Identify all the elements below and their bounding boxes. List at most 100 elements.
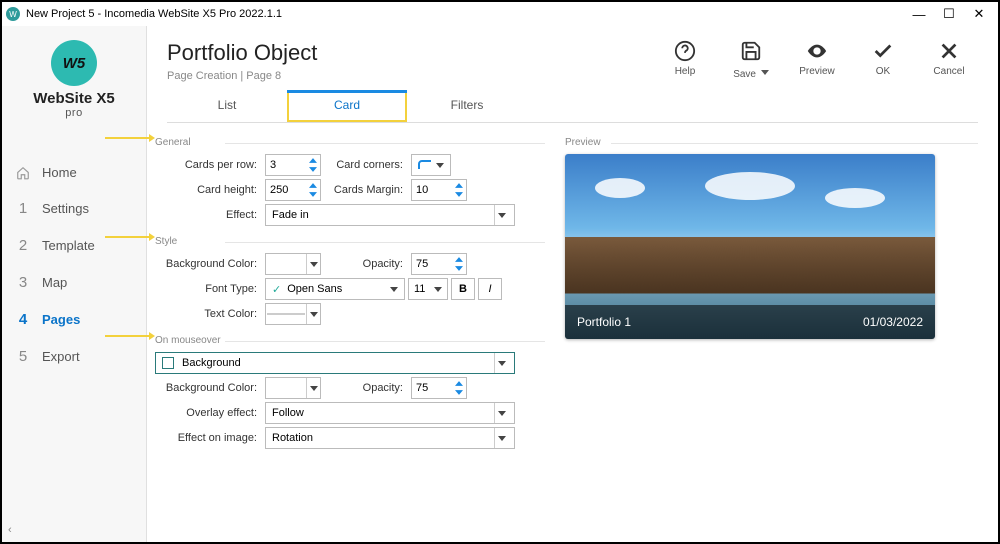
- nav-export[interactable]: 5 Export: [2, 338, 146, 375]
- effect-label: Effect:: [155, 209, 265, 221]
- nav-settings[interactable]: 1 Settings: [2, 190, 146, 227]
- tab-list[interactable]: List: [167, 90, 287, 122]
- highlight-arrow: [105, 236, 149, 238]
- app-icon: W: [6, 7, 20, 21]
- brand-name: WebSite X5: [33, 90, 114, 107]
- mo-bg-color-picker[interactable]: [265, 377, 321, 399]
- tab-filters[interactable]: Filters: [407, 90, 527, 122]
- save-button[interactable]: Save: [728, 40, 774, 80]
- nav-template[interactable]: 2 Template: [2, 227, 146, 264]
- ok-label: OK: [876, 66, 890, 77]
- help-label: Help: [675, 66, 696, 77]
- card-date: 01/03/2022: [863, 315, 923, 329]
- font-family-dropdown[interactable]: ✓Open Sans: [265, 278, 405, 300]
- nav-label: Template: [42, 238, 95, 253]
- opacity-input[interactable]: 75: [411, 253, 467, 275]
- brand-edition: pro: [65, 107, 82, 119]
- check-icon: [872, 40, 894, 62]
- nav-label: Map: [42, 275, 67, 290]
- preview-label: Preview: [565, 137, 978, 148]
- chevron-down-icon: [498, 411, 506, 416]
- card-corners-label: Card corners:: [331, 159, 411, 171]
- save-icon: [740, 40, 762, 62]
- bold-button[interactable]: B: [451, 278, 475, 300]
- window-title: New Project 5 - Incomedia WebSite X5 Pro…: [26, 8, 282, 20]
- mo-opacity-label: Opacity:: [331, 382, 411, 394]
- highlight-arrow: [105, 137, 149, 139]
- breadcrumb: Page Creation | Page 8: [167, 70, 662, 82]
- brand-block: W5 WebSite X5 pro: [2, 26, 146, 125]
- cards-margin-label: Cards Margin:: [331, 184, 411, 196]
- help-button[interactable]: Help: [662, 40, 708, 77]
- tabs: List Card Filters: [167, 90, 978, 123]
- mouseover-target-dropdown[interactable]: Background: [155, 352, 515, 374]
- minimize-button[interactable]: —: [904, 7, 934, 22]
- chevron-down-icon: [498, 213, 506, 218]
- x-icon: [938, 40, 960, 62]
- italic-button[interactable]: I: [478, 278, 502, 300]
- highlight-arrow: [105, 335, 149, 337]
- section-style: Style: [155, 236, 545, 247]
- cancel-button[interactable]: Cancel: [926, 40, 972, 77]
- nav-map[interactable]: 3 Map: [2, 264, 146, 301]
- mo-opacity-input[interactable]: 75: [411, 377, 467, 399]
- chevron-down-icon: [434, 287, 442, 292]
- font-size-dropdown[interactable]: 11: [408, 278, 448, 300]
- card-title: Portfolio 1: [577, 315, 631, 329]
- eye-icon: [806, 40, 828, 62]
- card-corners-dropdown[interactable]: [411, 154, 451, 176]
- nav-num: 5: [16, 348, 30, 365]
- effect-dropdown[interactable]: Fade in: [265, 204, 515, 226]
- bg-color-label: Background Color:: [155, 258, 265, 270]
- home-icon: [16, 166, 30, 180]
- overlay-effect-dropdown[interactable]: Follow: [265, 402, 515, 424]
- text-color-picker[interactable]: [265, 303, 321, 325]
- section-general: General: [155, 137, 545, 148]
- opacity-label: Opacity:: [331, 258, 411, 270]
- titlebar: W New Project 5 - Incomedia WebSite X5 P…: [2, 2, 998, 26]
- nav-home[interactable]: Home: [2, 155, 146, 190]
- nav-label: Settings: [42, 201, 89, 216]
- nav-home-label: Home: [42, 165, 77, 180]
- bg-color-picker[interactable]: [265, 253, 321, 275]
- effect-on-image-dropdown[interactable]: Rotation: [265, 427, 515, 449]
- brand-logo: W5: [51, 40, 97, 86]
- collapse-sidebar-button[interactable]: ‹: [8, 524, 12, 536]
- nav-num: 4: [16, 311, 30, 328]
- section-mouseover: On mouseover: [155, 335, 545, 346]
- overlay-effect-label: Overlay effect:: [155, 407, 265, 419]
- chevron-down-icon: [498, 436, 506, 441]
- maximize-button[interactable]: ☐: [934, 6, 964, 22]
- cancel-label: Cancel: [933, 66, 964, 77]
- help-icon: [674, 40, 696, 62]
- font-type-label: Font Type:: [155, 283, 265, 295]
- square-icon: [162, 357, 174, 369]
- nav-num: 1: [16, 200, 30, 217]
- nav-pages[interactable]: 4 Pages: [2, 301, 146, 338]
- corner-icon: [418, 160, 432, 170]
- card-height-input[interactable]: 250: [265, 179, 321, 201]
- chevron-down-icon: [310, 386, 318, 391]
- nav-label: Export: [42, 349, 80, 364]
- close-button[interactable]: ✕: [964, 6, 994, 22]
- card-height-label: Card height:: [155, 184, 265, 196]
- nav-num: 2: [16, 237, 30, 254]
- sidebar: W5 WebSite X5 pro Home 1 Settings 2 Temp…: [2, 26, 147, 542]
- effect-on-image-label: Effect on image:: [155, 432, 265, 444]
- cards-per-row-label: Cards per row:: [155, 159, 265, 171]
- preview-label: Preview: [799, 66, 835, 77]
- preview-card: Portfolio 1 01/03/2022: [565, 154, 935, 339]
- chevron-down-icon: [310, 312, 318, 317]
- chevron-down-icon: [390, 287, 398, 292]
- cards-margin-input[interactable]: 10: [411, 179, 467, 201]
- text-color-label: Text Color:: [155, 308, 265, 320]
- chevron-down-icon: [761, 70, 769, 75]
- ok-button[interactable]: OK: [860, 40, 906, 77]
- cards-per-row-input[interactable]: 3: [265, 154, 321, 176]
- nav-label: Pages: [42, 312, 80, 327]
- nav-num: 3: [16, 274, 30, 291]
- page-title: Portfolio Object: [167, 40, 662, 66]
- tab-card[interactable]: Card: [287, 90, 407, 122]
- preview-button[interactable]: Preview: [794, 40, 840, 77]
- mo-bg-color-label: Background Color:: [155, 382, 265, 394]
